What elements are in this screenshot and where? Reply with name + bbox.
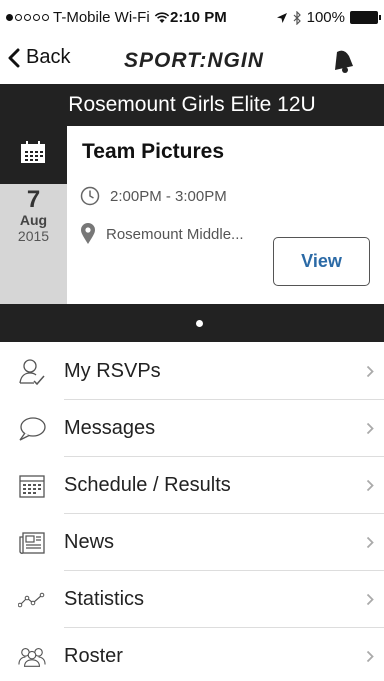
signal-strength-icon [6,14,49,21]
speech-bubble-icon [19,417,46,441]
carousel-pager [0,304,384,342]
chevron-right-icon [366,536,374,549]
event-card[interactable]: 7 Aug 2015 Team Pictures 2:00PM - 3:00PM… [0,126,384,304]
chevron-left-icon [8,48,20,67]
clock: 2:10 PM [170,9,227,26]
menu-item-news[interactable]: News [0,514,384,571]
clock-icon [80,186,100,206]
menu-item-label: News [64,531,115,553]
carrier-label: T-Mobile Wi-Fi [53,9,150,26]
team-name-header: Rosemount Girls Elite 12U [0,84,384,126]
sportngin-logo: SPORT:NGIN [124,49,264,72]
status-right: 100% [276,9,381,26]
event-time-row: 2:00PM - 3:00PM [80,186,227,206]
event-location-row: Rosemount Middle... [80,223,244,245]
chevron-right-icon [366,650,374,663]
bell-icon[interactable] [332,48,356,74]
event-time: 2:00PM - 3:00PM [110,187,227,205]
event-location: Rosemount Middle... [106,225,244,243]
location-arrow-icon [276,12,287,23]
menu-item-schedule-results[interactable]: Schedule / Results [0,457,384,514]
team-menu: My RSVPs Messages Schedule / Results New… [0,343,384,681]
calendar-icon [21,141,45,163]
status-left: T-Mobile Wi-Fi [6,9,170,26]
page-indicator-dot[interactable] [196,320,203,327]
battery-icon [350,11,381,24]
bluetooth-icon [293,10,301,25]
chevron-right-icon [366,365,374,378]
chevron-right-icon [366,479,374,492]
menu-item-label: Statistics [64,588,145,610]
back-label: Back [26,46,71,68]
calendar-grid-icon [19,475,45,498]
menu-item-roster[interactable]: Roster [0,628,384,681]
menu-item-my-rsvps[interactable]: My RSVPs [0,343,384,400]
group-people-icon [18,648,46,667]
menu-item-statistics[interactable]: Statistics [0,571,384,628]
chevron-right-icon [366,422,374,435]
event-year: 2015 [17,228,50,244]
menu-item-label: Roster [64,645,123,667]
view-event-button[interactable]: View [273,237,370,286]
menu-item-label: My RSVPs [64,360,161,382]
rsvp-person-icon [19,359,45,386]
back-button[interactable]: Back [8,46,70,69]
line-graph-icon [18,592,45,608]
map-pin-icon [81,223,95,244]
event-month: Aug [19,212,48,228]
newspaper-icon [19,532,45,554]
status-bar: T-Mobile Wi-Fi 2:10 PM 100% [0,0,384,38]
battery-percent: 100% [306,9,345,26]
event-date-column: 7 Aug 2015 [0,126,67,304]
menu-item-label: Messages [64,417,156,439]
menu-item-label: Schedule / Results [64,474,231,496]
event-day: 7 [26,186,41,213]
chevron-right-icon [366,593,374,606]
event-title: Team Pictures [82,140,225,163]
navigation-bar: Back SPORT:NGIN [0,38,384,84]
menu-item-messages[interactable]: Messages [0,400,384,457]
wifi-icon [154,11,169,23]
